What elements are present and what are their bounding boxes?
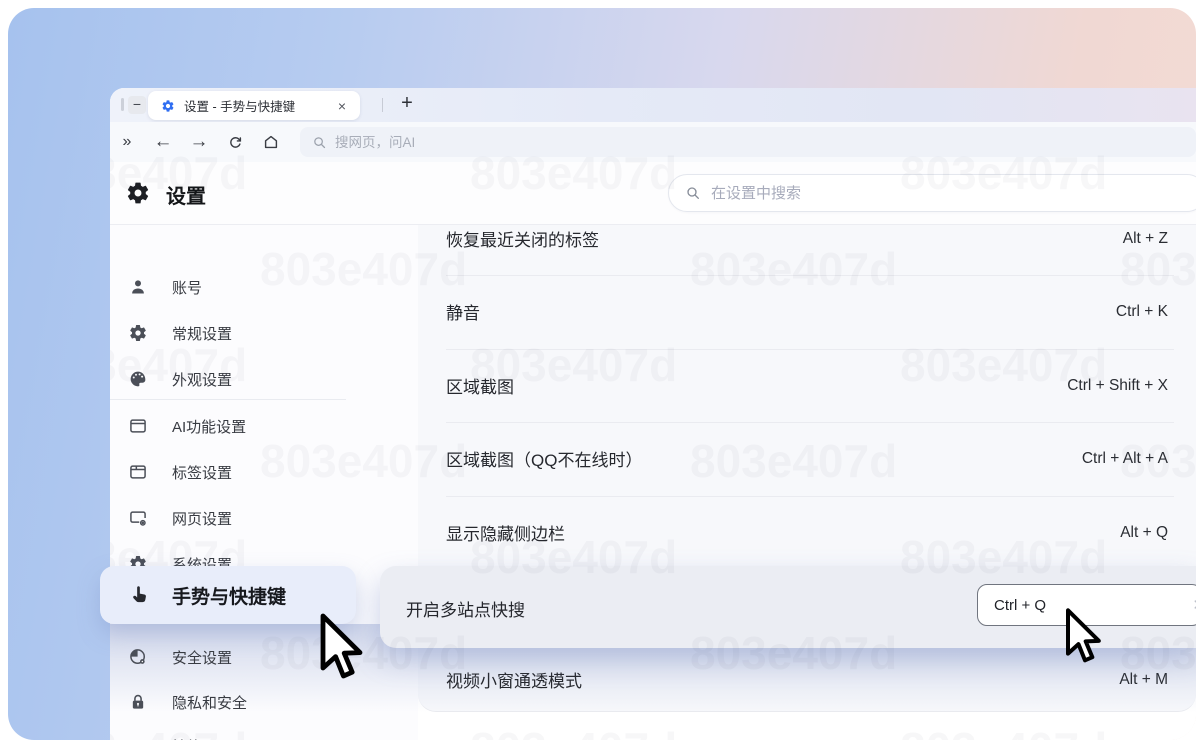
screenshot-stage: − 设置 - 手势与快捷键 × + » ← →: [0, 0, 1200, 745]
refresh-icon[interactable]: [220, 122, 250, 162]
forward-icon[interactable]: →: [184, 122, 214, 162]
shortcut-keys: Ctrl + Shift + X: [1067, 377, 1168, 395]
back-icon[interactable]: ←: [148, 122, 178, 162]
gear-icon: [128, 323, 148, 343]
active-tab[interactable]: 设置 - 手势与快捷键 ×: [148, 91, 360, 120]
sidebar-item-ai-features[interactable]: AI功能设置: [110, 403, 418, 449]
settings-search-input[interactable]: [711, 185, 1011, 202]
sidebar-item-security[interactable]: 安全设置: [110, 634, 418, 680]
mouse-cursor-sidebar: [317, 612, 365, 684]
sidebar-item-tabs[interactable]: 标签设置: [110, 449, 418, 495]
shield-icon: [128, 647, 148, 667]
sidebar-item-label: 手势与快捷键: [172, 582, 286, 609]
tab-favicon-gear-icon: [161, 99, 175, 113]
address-search-icon: [312, 135, 327, 150]
gradient-backdrop: − 设置 - 手势与快捷键 × + » ← →: [8, 8, 1196, 740]
tab-close-icon[interactable]: ×: [334, 97, 350, 115]
tab-strip: − 设置 - 手势与快捷键 × +: [110, 88, 1196, 122]
webpage-settings-icon: [128, 508, 148, 528]
shortcut-row[interactable]: 区域截图 Ctrl + Shift + X: [418, 349, 1196, 422]
sidebar-divider: [110, 399, 346, 400]
shortcut-label: 显示隐藏侧边栏: [446, 520, 565, 545]
shortcut-row[interactable]: 静音 Ctrl + K: [418, 275, 1196, 348]
settings-gear-icon: [125, 180, 151, 206]
hand-pointer-icon: [128, 583, 152, 607]
sidebar-item-label: 安全设置: [172, 647, 232, 668]
sidebar-item-label: 性能: [172, 736, 202, 741]
sidebar-item-label: 常规设置: [172, 323, 232, 344]
shortcut-label: 区域截图: [446, 373, 514, 398]
palette-icon: [128, 369, 148, 389]
shortcut-keys: Ctrl + Alt + A: [1082, 450, 1168, 468]
shortcut-row[interactable]: 显示隐藏侧边栏 Alt + Q: [418, 496, 1196, 569]
sidebar-item-general[interactable]: 常规设置: [110, 310, 418, 356]
tab-title: 设置 - 手势与快捷键: [184, 96, 334, 115]
minimize-tabs-button[interactable]: −: [128, 96, 146, 114]
sidebar-item-performance[interactable]: 性能: [110, 723, 418, 740]
performance-icon: [128, 736, 148, 740]
window-icon: [128, 416, 148, 436]
shortcut-label: 开启多站点快搜: [406, 596, 525, 621]
sidebar-item-privacy[interactable]: 隐私和安全: [110, 679, 418, 725]
sidebar-item-label: AI功能设置: [172, 416, 246, 437]
sidebar-item-account[interactable]: 账号: [110, 264, 418, 310]
shortcut-label: 视频小窗通透模式: [446, 667, 582, 692]
shortcut-row[interactable]: 恢复最近关闭的标签 Alt + Z: [418, 202, 1196, 275]
shortcut-label: 静音: [446, 299, 480, 324]
address-bar[interactable]: [300, 127, 1196, 157]
settings-body: 账号 常规设置 外观设置: [110, 225, 1196, 740]
sidebar-item-appearance[interactable]: 外观设置: [110, 356, 418, 402]
shortcut-label: 恢复最近关闭的标签: [446, 226, 599, 251]
user-icon: [128, 277, 148, 297]
shortcut-keys: Alt + Q: [1120, 524, 1168, 542]
window-control-divider: [121, 98, 124, 111]
tab-icon: [128, 462, 148, 482]
lock-icon: [128, 692, 148, 712]
home-icon[interactable]: [256, 122, 286, 162]
shortcut-label: 区域截图（QQ不在线时）: [446, 446, 642, 471]
sidebar-item-webpage[interactable]: 网页设置: [110, 495, 418, 541]
new-tab-button[interactable]: +: [394, 90, 420, 118]
sidebar-item-label: 账号: [172, 277, 202, 298]
address-input[interactable]: [335, 135, 755, 150]
tab-separator: [382, 98, 383, 112]
sidebar-item-label: 网页设置: [172, 508, 232, 529]
shortcut-keys: Ctrl + K: [1116, 303, 1168, 321]
navigation-toolbar: » ← →: [110, 122, 1196, 162]
sidebar-nav: 账号 常规设置 外观设置: [110, 225, 418, 740]
clear-icon[interactable]: ×: [1193, 596, 1196, 615]
sidebar-item-label: 标签设置: [172, 462, 232, 483]
shortcut-keys: Alt + M: [1119, 671, 1168, 689]
extensions-chevron-icon[interactable]: »: [112, 122, 142, 162]
shortcut-keys: Alt + Z: [1123, 230, 1168, 248]
page-title: 设置: [166, 180, 206, 209]
sidebar-item-label: 外观设置: [172, 369, 232, 390]
sidebar-item-label: 隐私和安全: [172, 692, 247, 713]
settings-search-icon: [685, 185, 701, 201]
shortcut-row[interactable]: 区域截图（QQ不在线时） Ctrl + Alt + A: [418, 422, 1196, 495]
mouse-cursor-input: [1063, 607, 1103, 667]
